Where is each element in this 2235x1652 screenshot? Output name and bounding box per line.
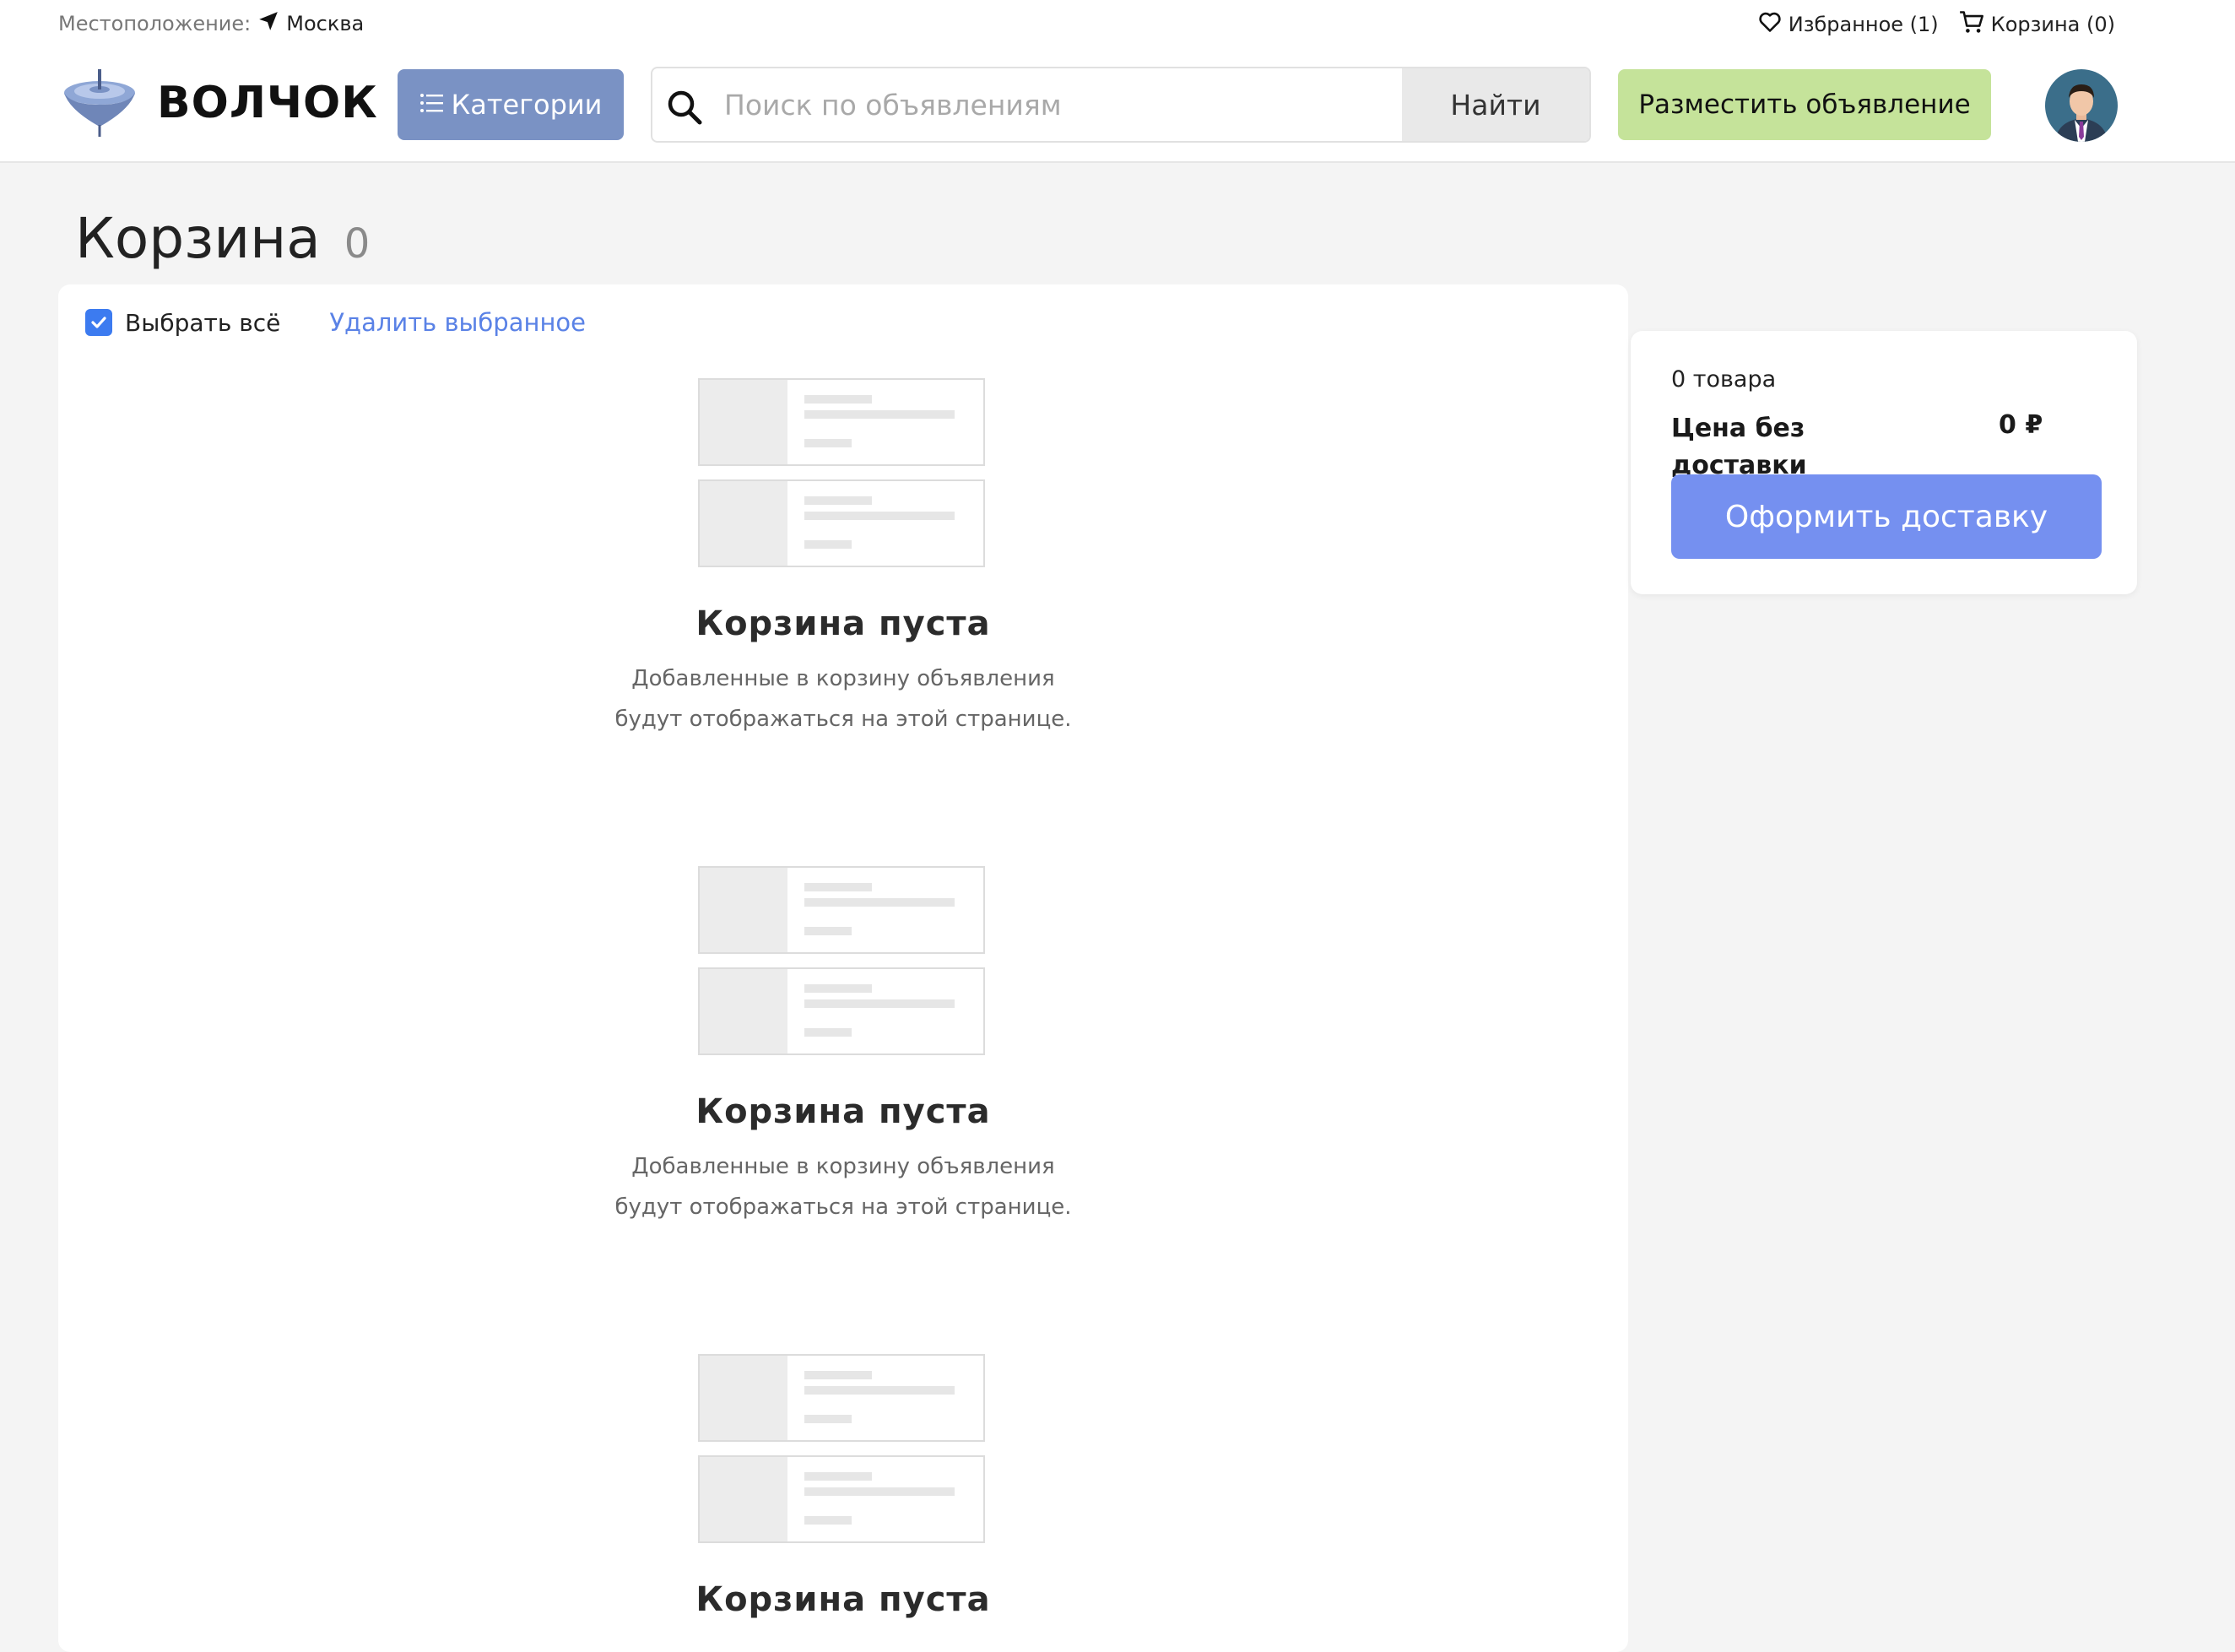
cart-icon [1959,10,1984,39]
cart-items-panel: Выбрать всё Удалить выбранное Корзина пу… [58,284,1628,1652]
empty-cart-line-1: Добавленные в корзину объявления [631,666,1055,691]
location-arrow-icon [257,10,279,37]
categories-label: Категории [451,89,603,121]
search-button[interactable]: Найти [1402,68,1589,141]
empty-cart-title: Корзина пуста [695,1092,991,1131]
main-header: ВОЛЧОК Категории Найти Разместить объявл… [0,47,2235,163]
items-count: 0 товара [1671,366,1777,393]
empty-list-illustration-icon [698,1354,985,1545]
empty-cart-block: Корзина пуста Добавленные в корзину объя… [58,378,1628,733]
location-selector[interactable]: Местоположение: Москва [58,10,364,37]
delete-selected-link[interactable]: Удалить выбранное [329,308,586,337]
heart-icon [1758,11,1782,38]
favorites-link[interactable]: Избранное (1) [1758,10,1939,39]
cart-toolbar: Выбрать всё Удалить выбранное [85,308,586,337]
top-strip: Местоположение: Москва Избранное (1) Кор… [0,0,2235,47]
empty-list-illustration-icon [698,378,985,569]
empty-cart-description: Добавленные в корзину объявления будут о… [590,658,1096,739]
select-all-label[interactable]: Выбрать всё [125,309,280,337]
spinning-top-logo-icon[interactable] [61,66,138,138]
cart-label: Корзина (0) [1990,13,2115,36]
categories-button[interactable]: Категории [398,69,624,140]
empty-cart-block: Корзина пуста [58,1354,1628,1641]
page-title: Корзина 0 [75,206,370,271]
price-label: Цена без доставки [1671,414,1807,480]
post-ad-button[interactable]: Разместить объявление [1618,69,1991,140]
empty-cart-description: Добавленные в корзину объявления будут о… [590,1146,1096,1227]
brand-name[interactable]: ВОЛЧОК [157,78,378,128]
search-input[interactable] [724,68,1442,141]
location-city[interactable]: Москва [286,12,364,35]
checkout-delivery-button[interactable]: Оформить доставку [1671,474,2102,559]
location-label: Местоположение: [58,12,252,35]
user-avatar[interactable] [2045,69,2118,142]
empty-cart-title: Корзина пуста [695,1580,991,1619]
empty-cart-line-2: будут отображаться на этой странице. [614,707,1072,732]
page-title-text: Корзина [75,206,321,271]
search-bar: Найти [651,67,1591,143]
select-all-checkbox[interactable] [85,309,112,336]
empty-list-illustration-icon [698,866,985,1057]
empty-cart-title: Корзина пуста [695,604,991,643]
search-icon [666,89,703,126]
empty-cart-line-1: Добавленные в корзину объявления [631,1154,1055,1179]
price-value: 0 ₽ [1999,410,2043,440]
order-summary-card: 0 товара Цена без доставки 0 ₽ Оформить … [1631,331,2137,594]
empty-cart-line-2: будут отображаться на этой странице. [614,1194,1072,1220]
favorites-label: Избранное (1) [1788,13,1939,36]
empty-cart-block: Корзина пуста Добавленные в корзину объя… [58,866,1628,1221]
cart-count-badge: 0 [344,220,371,268]
list-icon [419,89,445,121]
cart-link[interactable]: Корзина (0) [1959,10,2115,39]
